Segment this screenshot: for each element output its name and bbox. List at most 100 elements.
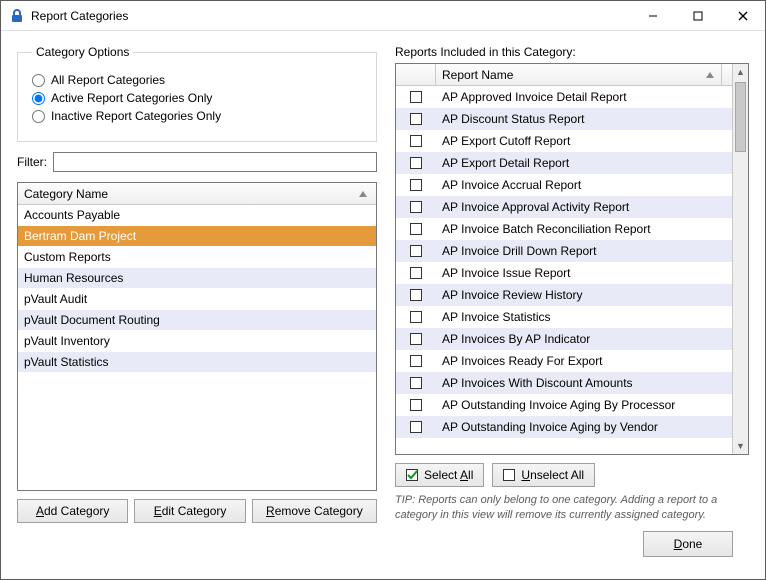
checkbox-icon[interactable]: [410, 135, 422, 147]
report-checkbox-cell[interactable]: [396, 399, 436, 411]
checkbox-icon[interactable]: [410, 157, 422, 169]
category-header[interactable]: Category Name: [18, 183, 376, 205]
category-row[interactable]: pVault Document Routing: [18, 310, 376, 331]
category-row[interactable]: Human Resources: [18, 268, 376, 289]
report-row[interactable]: AP Invoices By AP Indicator: [396, 328, 732, 350]
scroll-thumb[interactable]: [735, 82, 746, 152]
select-all-button[interactable]: Select All: [395, 463, 484, 487]
report-checkbox-cell[interactable]: [396, 311, 436, 323]
report-row[interactable]: AP Invoices With Discount Amounts: [396, 372, 732, 394]
reports-header-name-label: Report Name: [442, 68, 513, 82]
report-row[interactable]: AP Invoice Batch Reconciliation Report: [396, 218, 732, 240]
report-row[interactable]: AP Approved Invoice Detail Report: [396, 86, 732, 108]
done-button[interactable]: Done: [643, 531, 733, 557]
report-checkbox-cell[interactable]: [396, 91, 436, 103]
checkbox-icon[interactable]: [410, 289, 422, 301]
report-row[interactable]: AP Outstanding Invoice Aging By Processo…: [396, 394, 732, 416]
tip-text: TIP: Reports can only belong to one cate…: [395, 493, 749, 523]
category-row[interactable]: pVault Audit: [18, 289, 376, 310]
category-row[interactable]: Accounts Payable: [18, 205, 376, 226]
client-area: Category Options All Report Categories A…: [1, 31, 765, 579]
report-checkbox-cell[interactable]: [396, 135, 436, 147]
report-checkbox-cell[interactable]: [396, 267, 436, 279]
category-row[interactable]: Bertram Dam Project: [18, 226, 376, 247]
report-checkbox-cell[interactable]: [396, 289, 436, 301]
filter-input[interactable]: [53, 152, 377, 172]
category-row[interactable]: pVault Inventory: [18, 331, 376, 352]
add-category-button[interactable]: Add Category: [17, 499, 128, 523]
checkbox-icon[interactable]: [410, 399, 422, 411]
reports-header-name-col[interactable]: Report Name: [436, 64, 722, 85]
reports-header: Report Name: [396, 64, 732, 86]
report-checkbox-cell[interactable]: [396, 421, 436, 433]
category-row[interactable]: pVault Statistics: [18, 352, 376, 373]
report-row[interactable]: AP Invoice Drill Down Report: [396, 240, 732, 262]
checkbox-icon[interactable]: [410, 91, 422, 103]
app-lock-icon: [9, 8, 25, 24]
checkbox-icon[interactable]: [410, 201, 422, 213]
reports-body[interactable]: AP Approved Invoice Detail Report AP Disc…: [396, 86, 732, 454]
unselect-all-button[interactable]: Unselect All: [492, 463, 595, 487]
checkbox-icon[interactable]: [410, 421, 422, 433]
report-row[interactable]: AP Export Detail Report: [396, 152, 732, 174]
category-row[interactable]: Custom Reports: [18, 247, 376, 268]
sort-ascending-icon: [358, 188, 368, 202]
report-name-cell: AP Invoice Statistics: [436, 310, 732, 324]
report-checkbox-cell[interactable]: [396, 179, 436, 191]
footer: Done: [17, 523, 749, 569]
reports-header-gap: [722, 64, 732, 85]
radio-active-only-input[interactable]: [32, 92, 45, 105]
category-body[interactable]: Accounts PayableBertram Dam ProjectCusto…: [18, 205, 376, 490]
checkbox-icon[interactable]: [410, 333, 422, 345]
checkbox-icon[interactable]: [410, 245, 422, 257]
report-row[interactable]: AP Invoice Accrual Report: [396, 174, 732, 196]
report-name-cell: AP Invoices Ready For Export: [436, 354, 732, 368]
checkbox-icon[interactable]: [410, 311, 422, 323]
scroll-down-icon[interactable]: ▼: [733, 438, 748, 454]
radio-inactive-only[interactable]: Inactive Report Categories Only: [32, 109, 362, 123]
report-checkbox-cell[interactable]: [396, 355, 436, 367]
category-options-legend: Category Options: [32, 45, 133, 59]
sort-ascending-icon: [705, 69, 715, 83]
report-row[interactable]: AP Export Cutoff Report: [396, 130, 732, 152]
report-checkbox-cell[interactable]: [396, 377, 436, 389]
report-checkbox-cell[interactable]: [396, 201, 436, 213]
checkbox-icon[interactable]: [410, 113, 422, 125]
reports-label: Reports Included in this Category:: [395, 45, 749, 59]
report-checkbox-cell[interactable]: [396, 113, 436, 125]
reports-header-checkbox-col[interactable]: [396, 64, 436, 85]
radio-inactive-only-input[interactable]: [32, 110, 45, 123]
radio-active-only[interactable]: Active Report Categories Only: [32, 91, 362, 105]
radio-inactive-only-label: Inactive Report Categories Only: [51, 109, 221, 123]
report-checkbox-cell[interactable]: [396, 333, 436, 345]
minimize-button[interactable]: [630, 1, 675, 30]
remove-category-button[interactable]: Remove Category: [252, 499, 377, 523]
report-row[interactable]: AP Invoice Review History: [396, 284, 732, 306]
report-row[interactable]: AP Invoice Issue Report: [396, 262, 732, 284]
report-name-cell: AP Invoice Batch Reconciliation Report: [436, 222, 732, 236]
reports-scrollbar[interactable]: ▲ ▼: [732, 64, 748, 454]
checkbox-icon[interactable]: [410, 267, 422, 279]
category-buttons-row: Add Category Edit Category Remove Catego…: [17, 499, 377, 523]
radio-all-categories-input[interactable]: [32, 74, 45, 87]
report-row[interactable]: AP Outstanding Invoice Aging by Vendor: [396, 416, 732, 438]
checkbox-icon[interactable]: [410, 377, 422, 389]
report-name-cell: AP Outstanding Invoice Aging by Vendor: [436, 420, 732, 434]
report-name-cell: AP Invoices By AP Indicator: [436, 332, 732, 346]
scroll-up-icon[interactable]: ▲: [733, 64, 748, 80]
report-name-cell: AP Discount Status Report: [436, 112, 732, 126]
close-button[interactable]: [720, 1, 765, 30]
edit-category-button[interactable]: Edit Category: [134, 499, 245, 523]
report-row[interactable]: AP Invoice Approval Activity Report: [396, 196, 732, 218]
report-row[interactable]: AP Invoice Statistics: [396, 306, 732, 328]
report-row[interactable]: AP Discount Status Report: [396, 108, 732, 130]
checkbox-icon[interactable]: [410, 355, 422, 367]
report-row[interactable]: AP Invoices Ready For Export: [396, 350, 732, 372]
maximize-button[interactable]: [675, 1, 720, 30]
checkbox-icon[interactable]: [410, 179, 422, 191]
report-checkbox-cell[interactable]: [396, 223, 436, 235]
checkbox-icon[interactable]: [410, 223, 422, 235]
report-checkbox-cell[interactable]: [396, 245, 436, 257]
radio-all-categories[interactable]: All Report Categories: [32, 73, 362, 87]
report-checkbox-cell[interactable]: [396, 157, 436, 169]
